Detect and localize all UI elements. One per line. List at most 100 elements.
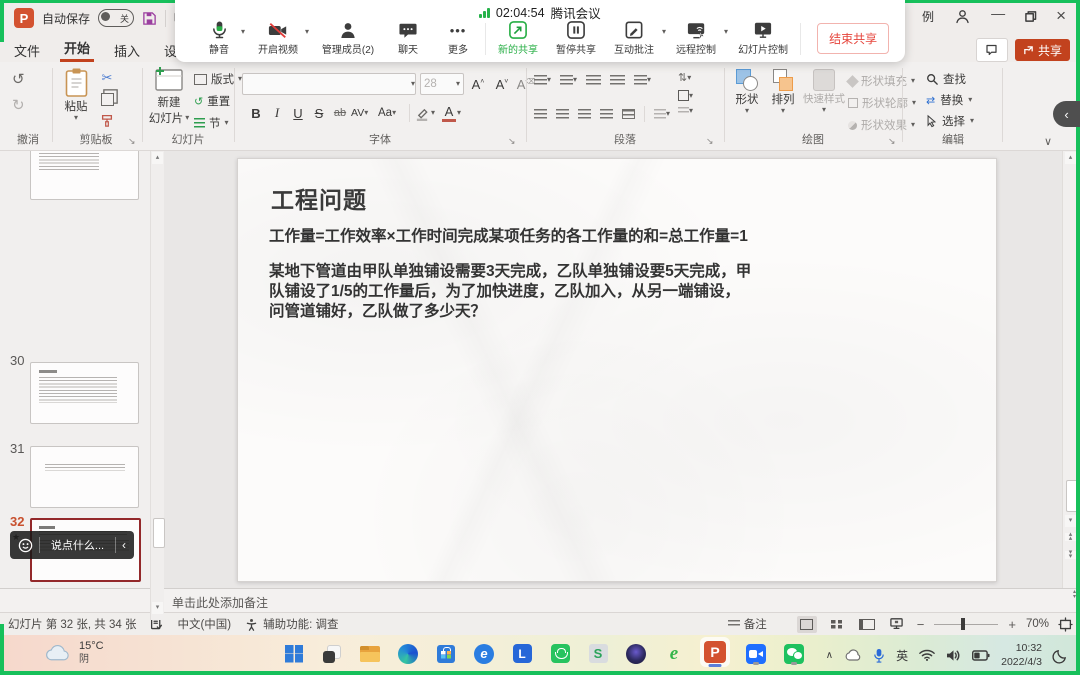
autosave-toggle[interactable]: 关	[98, 9, 134, 27]
scroll-down-arrow[interactable]: ▾	[152, 602, 163, 614]
reset-button[interactable]: ↺重置	[194, 93, 230, 109]
slide-control-button[interactable]: 幻灯片控制	[732, 21, 794, 56]
meeting-chat-overlay[interactable]: 说点什么... ‹	[10, 531, 134, 559]
mute-button[interactable]: 静音	[197, 21, 241, 56]
account-avatar-icon[interactable]	[954, 8, 971, 25]
numbering-button[interactable]: ▾	[560, 75, 577, 85]
text-direction-button[interactable]: ⇅▾	[678, 71, 691, 84]
increase-indent-button[interactable]	[610, 75, 625, 85]
browser-e-button[interactable]: e	[472, 642, 496, 666]
font-size-combobox[interactable]: 28▾	[420, 73, 464, 95]
side-collapse-pill[interactable]: ‹	[1053, 101, 1080, 127]
slide-title[interactable]: 工程问题	[271, 181, 367, 215]
fit-to-window-icon[interactable]	[1059, 618, 1072, 631]
select-button[interactable]: 选择 ▾	[926, 113, 974, 129]
close-button[interactable]: ×	[1056, 6, 1066, 26]
app-l-button[interactable]: L	[510, 642, 534, 666]
restore-button[interactable]	[1025, 11, 1036, 22]
pause-share-button[interactable]: 暂停共享	[550, 21, 602, 56]
slide-thumbnail-partial[interactable]	[30, 150, 139, 200]
strikethrough2-button[interactable]: ab	[330, 107, 350, 119]
previous-slide-button[interactable]: ▴▴	[1065, 533, 1076, 541]
view-slideshow-button[interactable]	[887, 616, 907, 633]
font-name-combobox[interactable]: ▾	[242, 73, 416, 95]
collapse-ribbon-button[interactable]: ∨	[1044, 135, 1052, 148]
replace-button[interactable]: ⇄ 替换 ▾	[926, 92, 972, 108]
new-slide-button[interactable]: 新建 幻灯片▾	[148, 67, 190, 126]
ime-indicator[interactable]: 英	[896, 647, 908, 664]
view-normal-button[interactable]	[797, 616, 817, 633]
copy-button[interactable]	[101, 93, 114, 106]
italic-button[interactable]: I	[267, 105, 287, 121]
align-center-button[interactable]	[556, 109, 569, 119]
annotate-button[interactable]: 互动批注	[608, 21, 660, 56]
char-spacing-button[interactable]: AV▾	[351, 107, 377, 119]
font-dialog-launcher[interactable]: ↘	[508, 136, 516, 147]
save-icon[interactable]	[142, 11, 157, 26]
change-case-button[interactable]: Aa▾	[378, 107, 404, 119]
weather-widget[interactable]: 15°C 阴	[44, 639, 104, 667]
bullets-button[interactable]: ▾	[534, 75, 551, 85]
undo-button[interactable]: ↺	[12, 70, 25, 88]
clock-widget[interactable]: 10:32 2022/4/3	[1001, 641, 1042, 669]
microsoft-store-button[interactable]	[434, 642, 458, 666]
slide-body-paragraph[interactable]: 某地下管道由甲队单独铺设需要3天完成，乙队单独铺设要5天完成，甲队铺设了1/5的…	[269, 262, 753, 322]
minimize-button[interactable]: —	[991, 5, 1005, 21]
software-store-button[interactable]	[548, 642, 572, 666]
annotate-caret-icon[interactable]: ▾	[662, 28, 666, 36]
video-caret-icon[interactable]: ▾	[305, 28, 309, 36]
slide-thumbnail-30[interactable]	[30, 362, 139, 424]
wifi-icon[interactable]	[919, 649, 935, 661]
app-s-button[interactable]: S	[586, 642, 610, 666]
task-view-button[interactable]	[320, 642, 344, 666]
more-button[interactable]: ••• 更多	[437, 22, 479, 56]
zoom-slider-thumb[interactable]	[961, 618, 965, 630]
speaker-icon[interactable]	[946, 649, 961, 662]
tab-file[interactable]: 文件	[10, 41, 44, 60]
columns-button[interactable]: ▾	[654, 109, 670, 119]
video-button[interactable]: 开启视频	[251, 22, 305, 56]
align-left-button[interactable]	[534, 109, 547, 119]
scroll-up-arrow[interactable]: ▴	[1065, 152, 1076, 164]
underline-button[interactable]: U	[288, 106, 308, 121]
comments-button[interactable]	[976, 38, 1008, 62]
notes-toggle-button[interactable]: 备注	[728, 616, 767, 632]
new-share-button[interactable]: 新的共享	[492, 21, 544, 56]
section-button[interactable]: 节▾	[194, 115, 229, 131]
drawing-dialog-launcher[interactable]: ↘	[888, 136, 896, 147]
smartart-convert-button[interactable]: ▾	[678, 107, 693, 115]
font-color-button[interactable]: A	[442, 105, 456, 122]
quick-styles-button[interactable]: 快速样式 ▾	[802, 69, 846, 114]
highlight-pen-button[interactable]	[415, 106, 430, 121]
thumbnail-scrollbar[interactable]: ▴ ▾	[150, 150, 164, 620]
shape-outline-button[interactable]: 形状轮廓▾	[848, 95, 916, 111]
tencent-meeting-button[interactable]	[744, 642, 768, 666]
find-button[interactable]: 查找	[926, 71, 966, 87]
justify-button[interactable]	[600, 109, 613, 119]
line-spacing-button[interactable]: ▾	[634, 75, 651, 85]
file-explorer-button[interactable]	[358, 642, 382, 666]
shape-fill-button[interactable]: 形状填充▾	[848, 73, 915, 89]
slide-thumbnail-31[interactable]	[30, 446, 139, 508]
eclipse-button[interactable]	[624, 642, 648, 666]
zoom-slider[interactable]	[934, 618, 998, 630]
notes-placeholder[interactable]: 单击此处添加备注	[172, 594, 268, 611]
powerpoint-taskbar-button[interactable]: P	[700, 637, 730, 667]
clipboard-dialog-launcher[interactable]: ↘	[128, 136, 136, 147]
view-slide-sorter-button[interactable]	[827, 616, 847, 633]
bold-button[interactable]: B	[246, 106, 266, 121]
distribute-button[interactable]	[622, 109, 635, 119]
next-slide-button[interactable]: ▾▾	[1065, 551, 1076, 559]
redo-button[interactable]: ↻	[12, 96, 25, 114]
remote-caret-icon[interactable]: ▾	[724, 28, 728, 36]
onedrive-icon[interactable]	[844, 649, 862, 662]
shapes-button[interactable]: 形状 ▾	[730, 69, 764, 115]
end-share-button[interactable]: 结束共享	[817, 23, 889, 54]
slide-formula-line[interactable]: 工作量=工作效率×工作时间完成某项任务的各工作量的和=总工作量=1	[269, 224, 748, 246]
chat-input-placeholder[interactable]: 说点什么...	[40, 537, 115, 553]
tray-expand-chevron[interactable]: ∧	[826, 650, 833, 661]
start-button[interactable]	[282, 642, 306, 666]
view-reading-button[interactable]	[857, 616, 877, 633]
align-text-button[interactable]: ▾	[678, 90, 693, 101]
remote-control-button[interactable]: 远程控制	[670, 21, 722, 56]
